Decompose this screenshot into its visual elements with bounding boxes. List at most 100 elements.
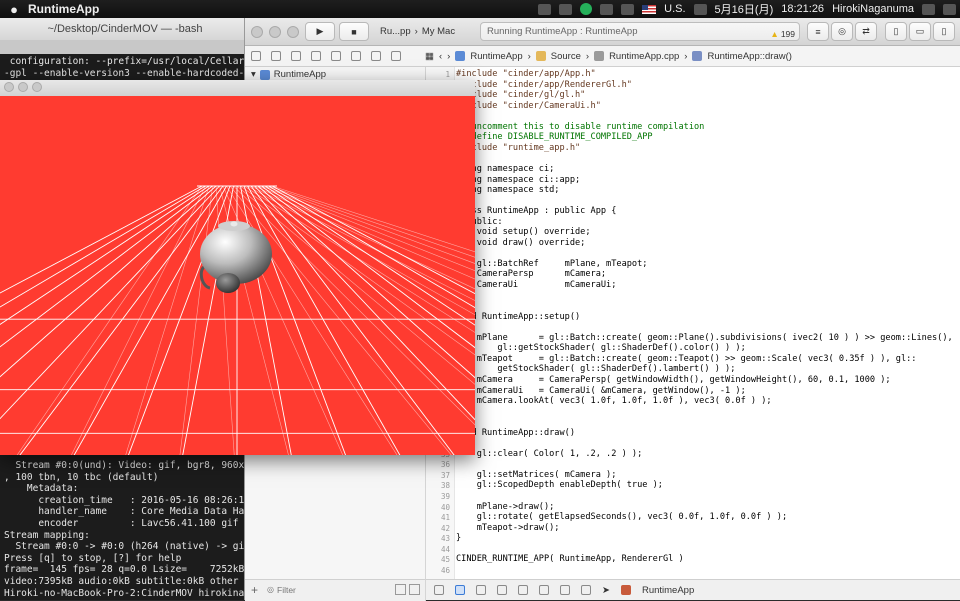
code-line[interactable]: //#define DISABLE_RUNTIME_COMPILED_APP [456,132,653,142]
report-navigator-icon[interactable] [391,51,401,61]
memory-graph-icon[interactable] [581,585,591,595]
minimize-button[interactable] [269,26,281,38]
code-line[interactable]: } [456,533,461,543]
apple-menu-icon[interactable]: ● [0,2,28,17]
standard-editor-button[interactable]: ≡ [807,22,829,41]
location-icon[interactable]: ➤ [602,585,610,596]
code-line[interactable]: gl::rotate( getElapsedSeconds(), vec3( 0… [456,512,787,522]
code-line[interactable]: #include "cinder/app/App.h" [456,69,596,79]
spotlight-icon[interactable] [922,3,935,15]
code-line[interactable]: gl::clear( Color( 1, .2, .2 ) ); [456,449,643,459]
view-debugger-icon[interactable] [560,585,570,595]
code-line[interactable]: getStockShader( gl::ShaderDef().lambert(… [456,364,735,374]
scheme-selector[interactable]: Ru...pp › My Mac [380,22,480,41]
breadcrumb-project[interactable]: RuntimeApp [470,51,522,62]
app-menu-name[interactable]: RuntimeApp [28,2,99,16]
toggle-utilities-button[interactable]: ▯ [933,22,955,41]
grid-line [0,185,210,325]
debug-target-label: RuntimeApp [641,584,695,596]
line-number: 40 [440,502,450,512]
screen-record-icon[interactable] [538,3,552,15]
code-line[interactable]: mCamera = CameraPersp( getWindowWidth(),… [456,375,891,385]
line-number: 37 [440,470,450,480]
source-control-filter-icon[interactable] [409,584,420,595]
code-line[interactable]: class RuntimeApp : public App { [456,206,616,216]
terminal-title[interactable]: ~/Desktop/CinderMOV — -bash [0,18,250,41]
code-line[interactable]: mCamera.lookAt( vec3( 1.0f, 1.0f, 1.0f )… [456,396,772,406]
status-app-icon[interactable] [580,3,593,15]
menubar-user[interactable]: HirokiNaganuma [832,3,914,15]
add-icon[interactable]: + [251,583,258,597]
recent-files-icon[interactable] [395,584,406,595]
menubar-time[interactable]: 18:21:26 [781,3,824,15]
breadcrumb-folder[interactable]: Source [551,51,581,62]
zoom-button[interactable] [287,26,299,38]
toggle-debug-area-button[interactable]: ▭ [909,22,931,41]
app-title-bar[interactable] [0,80,475,97]
step-over-icon[interactable] [497,585,507,595]
notification-center-icon[interactable] [943,3,956,15]
battery-icon[interactable] [693,3,707,15]
code-line[interactable]: #include "cinder/app/RendererGl.h" [456,80,632,90]
dropbox-icon[interactable] [559,3,573,15]
toggle-navigator-button[interactable]: ▯ [885,22,907,41]
close-button[interactable] [251,26,263,38]
test-navigator-icon[interactable] [331,51,341,61]
render-canvas[interactable] [0,96,475,455]
cpp-file-icon [594,51,605,61]
pause-icon[interactable] [476,585,486,595]
line-number: 1 [445,70,450,79]
volume-icon[interactable] [621,3,635,15]
code-line[interactable]: gl::setMatrices( mCamera ); [456,470,617,480]
code-line[interactable]: CameraPersp mCamera; [456,269,606,279]
issue-navigator-icon[interactable] [311,51,321,61]
breakpoint-navigator-icon[interactable] [371,51,381,61]
app-minimize-button[interactable] [18,82,28,92]
code-line[interactable]: gl::BatchRef mPlane, mTeapot; [456,259,648,269]
version-editor-button[interactable]: ⇄ [855,22,877,41]
grid-icon[interactable]: ▦ [425,51,434,62]
grid-line [19,185,224,455]
code-line[interactable]: gl::ScopedDepth enableDepth( true ); [456,480,663,490]
grid-diagonal [243,185,475,333]
source-editor[interactable]: 1234567891011121314151617181920212223242… [426,67,960,579]
breakpoints-toggle-icon[interactable] [455,585,465,595]
code-line[interactable]: gl::getStockShader( gl::ShaderDef().colo… [456,343,745,353]
warning-count[interactable]: 199 [770,26,795,43]
symbol-navigator-icon[interactable] [271,51,281,61]
wifi-icon[interactable] [600,3,614,15]
breadcrumb-file[interactable]: RuntimeApp.cpp [609,51,679,62]
hide-debug-area-icon[interactable] [434,585,444,595]
code-line[interactable]: mPlane->draw(); [456,502,555,512]
xcode-toolbar: ▶ ■ Ru...pp › My Mac Running RuntimeApp … [245,18,960,46]
run-button[interactable]: ▶ [305,22,335,41]
grid-line [254,185,475,421]
navigator-root-item[interactable]: ▾ RuntimeApp [251,69,326,80]
code-line[interactable]: #include "cinder/CameraUi.h" [456,101,601,111]
debug-navigator-icon[interactable] [351,51,361,61]
step-out-icon[interactable] [539,585,549,595]
app-zoom-button[interactable] [32,82,42,92]
code-line[interactable]: CINDER_RUNTIME_APP( RuntimeApp, Renderer… [456,554,684,564]
code-line[interactable]: mTeapot = gl::Batch::create( geom::Teapo… [456,354,917,364]
input-source-label[interactable]: U.S. [664,3,685,15]
grid-line [243,185,347,455]
code-line[interactable]: mPlane = gl::Batch::create( geom::Plane(… [456,333,953,343]
stop-button[interactable]: ■ [339,22,369,41]
code-line[interactable]: mTeapot->draw(); [456,523,560,533]
step-into-icon[interactable] [518,585,528,595]
menubar-date[interactable]: 5月16日(月) [715,1,774,17]
code-line[interactable]: void draw() override; [456,238,586,248]
assistant-editor-button[interactable]: ◎ [831,22,853,41]
code-line[interactable]: #include "cinder/gl/gl.h" [456,90,585,100]
code-line[interactable]: mCameraUi = CameraUi( &mCamera, getWindo… [456,386,746,396]
filter-input[interactable] [277,583,387,596]
code-line[interactable]: CameraUi mCameraUi; [456,280,617,290]
app-close-button[interactable] [4,82,14,92]
code-line[interactable]: void setup() override; [456,227,591,237]
project-navigator-icon[interactable] [251,51,261,61]
code-line[interactable]: // uncomment this to disable runtime com… [456,122,704,132]
terminal-line: encoder : Lavc56.41.100 gif [4,518,239,529]
find-navigator-icon[interactable] [291,51,301,61]
breadcrumb-symbol[interactable]: RuntimeApp::draw() [707,51,791,62]
